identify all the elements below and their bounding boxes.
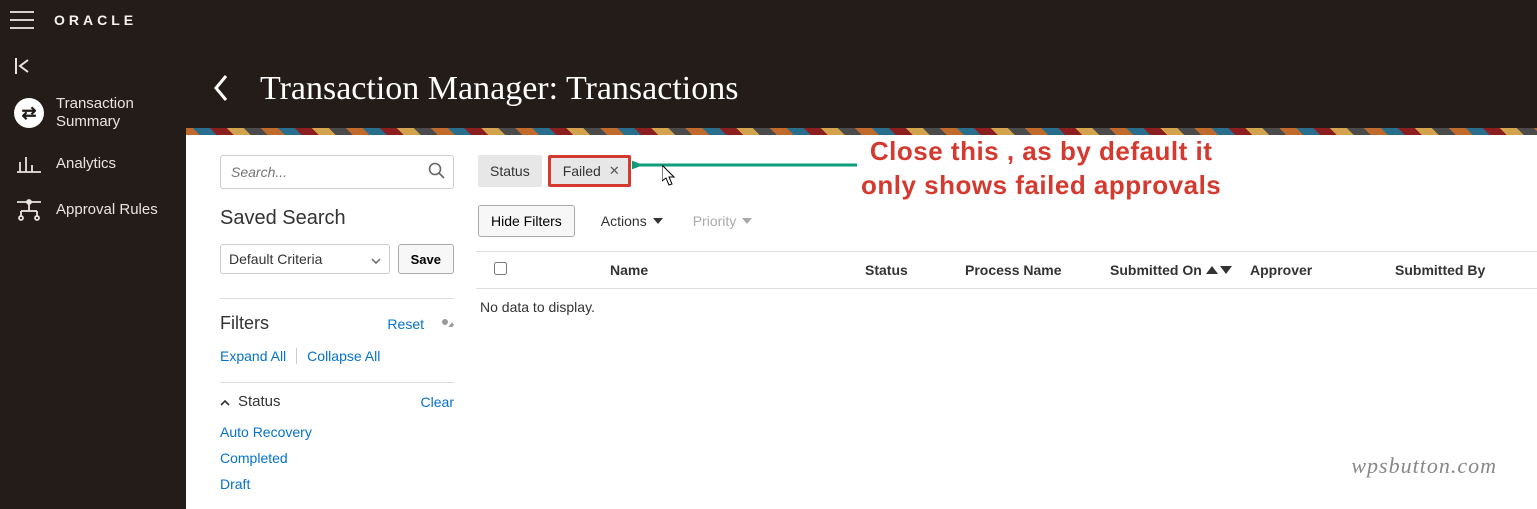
results-panel: Status Failed ✕ Close this , as by defau… [476,135,1537,509]
collapse-all-link[interactable]: Collapse All [307,348,380,364]
caret-down-icon [653,218,663,224]
search-box [220,155,454,189]
content: Saved Search Default Criteria Save Filte… [186,135,1537,509]
hamburger-icon[interactable] [10,11,34,29]
separator [296,348,297,364]
transaction-summary-icon: ⇄ [14,98,44,128]
watermark: wpsbutton.com [1351,453,1497,479]
filter-chip-status-label: Status [478,155,542,187]
column-header-submitted-on[interactable]: Submitted On [1110,262,1250,278]
page-area: Transaction Manager: Transactions Saved … [186,40,1537,509]
column-header-name[interactable]: Name [610,262,865,278]
sort-icon [1206,266,1232,274]
status-section-title: Status [238,393,281,410]
no-data-message: No data to display. [476,289,1537,315]
analytics-icon [14,151,44,177]
filters-title: Filters [220,313,269,334]
search-icon[interactable] [428,162,446,183]
sidebar: ⇄ Transaction Summary Analytics Approval… [0,40,186,509]
chevron-up-icon[interactable] [220,393,230,410]
sidebar-collapse-icon[interactable] [0,40,186,85]
column-header-submitted-by[interactable]: Submitted By [1395,262,1535,278]
table-header-row: Name Status Process Name Submitted On Ap… [476,251,1537,289]
chevron-down-icon [371,251,381,267]
select-all-checkbox[interactable] [494,262,507,275]
page-title: Transaction Manager: Transactions [260,70,738,108]
search-input[interactable] [220,155,454,189]
sidebar-item-label: Transaction Summary [56,95,172,131]
actions-menu[interactable]: Actions [597,207,667,235]
column-header-process-name[interactable]: Process Name [965,262,1110,278]
column-header-status[interactable]: Status [865,262,965,278]
sidebar-item-analytics[interactable]: Analytics [0,141,186,187]
filter-chip-failed: Failed ✕ [548,155,631,187]
back-icon[interactable] [212,73,230,106]
sidebar-item-label: Analytics [56,155,116,173]
filter-chip-failed-label: Failed [563,163,601,179]
sidebar-item-transaction-summary[interactable]: ⇄ Transaction Summary [0,85,186,141]
saved-search-title: Saved Search [220,207,454,230]
clear-link[interactable]: Clear [421,394,454,410]
top-header: ORACLE [0,0,1537,40]
saved-search-select[interactable]: Default Criteria [220,244,390,274]
brand-logo: ORACLE [54,12,137,28]
approval-rules-icon [14,197,44,223]
status-option-auto-recovery[interactable]: Auto Recovery [220,424,454,440]
status-option-completed[interactable]: Completed [220,450,454,466]
expand-all-link[interactable]: Expand All [220,348,286,364]
reset-link[interactable]: Reset [387,316,424,332]
gear-icon[interactable] [436,313,454,334]
status-option-draft[interactable]: Draft [220,476,454,492]
divider [220,298,454,299]
sidebar-item-label: Approval Rules [56,201,158,219]
sidebar-item-approval-rules[interactable]: Approval Rules [0,187,186,233]
column-header-approver[interactable]: Approver [1250,262,1395,278]
hide-filters-button[interactable]: Hide Filters [478,205,575,237]
caret-down-icon [742,218,752,224]
close-icon[interactable]: ✕ [609,163,620,179]
saved-search-selected: Default Criteria [229,251,322,267]
filter-panel: Saved Search Default Criteria Save Filte… [186,135,476,509]
page-title-row: Transaction Manager: Transactions [186,40,1537,128]
save-button[interactable]: Save [398,244,454,274]
priority-menu: Priority [689,207,757,235]
